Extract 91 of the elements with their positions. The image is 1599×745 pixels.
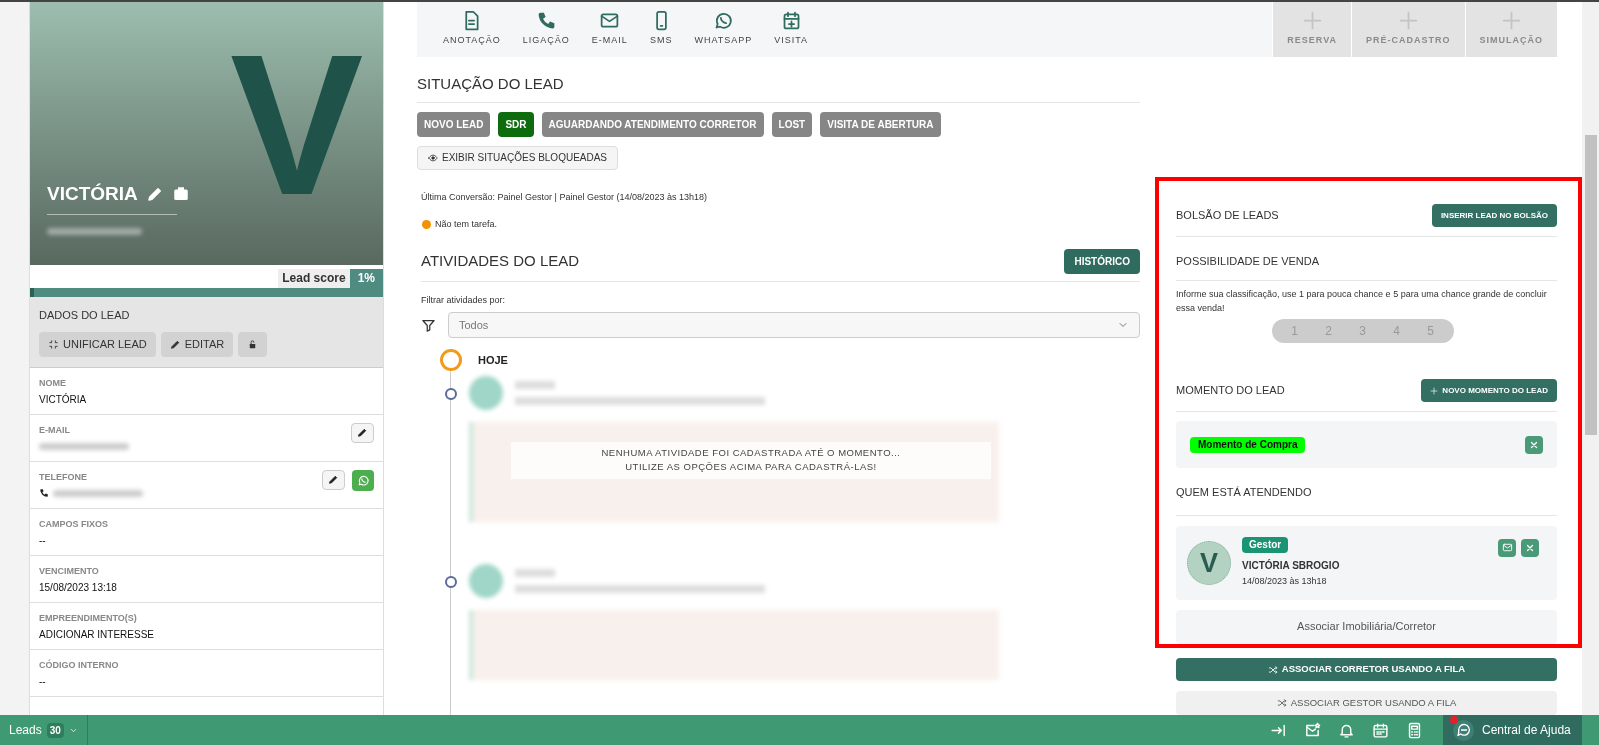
- pencil-icon[interactable]: [145, 185, 164, 204]
- pencil-icon: [169, 338, 181, 350]
- rating-description: Informe sua classificação, use 1 para pouca chance e 5 para uma chance grande de concluir essa venda!: [1176, 287, 1548, 315]
- plus-icon: [1500, 9, 1522, 31]
- section-title: POSSIBILIDADE DE VENDA: [1176, 254, 1320, 269]
- close-icon: [1529, 439, 1539, 450]
- activity-action-button[interactable]: SMS: [639, 0, 683, 57]
- field-value: --: [39, 674, 46, 689]
- history-button[interactable]: HISTÓRICO: [1064, 248, 1140, 274]
- plus-icon: [1430, 386, 1439, 395]
- timeline-marker: [445, 388, 457, 400]
- remove-button[interactable]: [1521, 538, 1539, 557]
- edit-button[interactable]: [322, 469, 345, 490]
- section-title: SITUAÇÃO DO LEAD: [417, 73, 1140, 103]
- field-label: NOME: [39, 376, 66, 389]
- field-label: TELEFONE: [39, 470, 87, 483]
- section-title: ATIVIDADES DO LEAD: [421, 250, 580, 271]
- queue-button[interactable]: ASSOCIAR GESTOR USANDO A FILA: [1176, 691, 1557, 715]
- lead-score-value: 1%: [349, 269, 383, 288]
- field-value: --: [39, 533, 46, 548]
- edit-button[interactable]: [351, 422, 374, 443]
- close-icon: [1525, 542, 1535, 553]
- today-label: HOJE: [478, 352, 508, 368]
- associate-broker-button[interactable]: Associar Imobiliária/Corretor: [1176, 609, 1557, 644]
- pencil-icon: [357, 427, 368, 438]
- field-value: 15/08/2023 13:18: [39, 580, 117, 595]
- status-button[interactable]: SDR: [498, 111, 534, 137]
- field-value: VICTÓRIA: [39, 392, 87, 407]
- help-center-button[interactable]: Central de Ajuda: [1443, 715, 1582, 745]
- task-status-text: Não tem tarefa.: [435, 218, 498, 231]
- avatar-initial: V: [230, 25, 364, 225]
- avatar: V: [1187, 540, 1231, 585]
- status-button[interactable]: AGUARDANDO ATENDIMENTO CORRETOR: [541, 111, 764, 137]
- field-value: ADICIONAR INTERESSE: [39, 627, 155, 642]
- section-title: BOLSÃO DE LEADS: [1176, 208, 1279, 224]
- role-badge: Gestor: [1242, 537, 1289, 554]
- activity-action-button[interactable]: WHATSAPP: [684, 0, 763, 57]
- section-title: MOMENTO DO LEAD: [1176, 383, 1285, 399]
- phone-icon: [39, 488, 49, 498]
- plus-icon: [1301, 9, 1323, 31]
- chat-icon: [1455, 722, 1472, 738]
- status-button[interactable]: NOVO LEAD: [417, 111, 491, 137]
- filter-label: Filtrar atividades por:: [421, 293, 507, 307]
- field-label: VENCIMENTO: [39, 564, 99, 577]
- field-label: E-MAIL: [39, 423, 70, 436]
- status-button[interactable]: LOST: [771, 111, 813, 137]
- last-conversion-text: Última Conversão: Painel Gestor | Painel Gestor (14/08/2023 às 13h18): [421, 190, 708, 204]
- filter-select[interactable]: Todos: [448, 312, 1140, 338]
- eye-icon: [428, 152, 438, 163]
- field-label: CÓDIGO INTERNO: [39, 658, 119, 671]
- empty-message: NENHUMA ATIVIDADE FOI CADASTRADA ATÉ O MOMENTO...: [601, 446, 901, 460]
- section-title: QUEM ESTÁ ATENDENDO: [1176, 485, 1312, 501]
- pencil-icon: [328, 474, 339, 485]
- status-button[interactable]: VISITA DE ABERTURA: [820, 111, 941, 137]
- edit-button[interactable]: EDITAR: [160, 331, 234, 357]
- merge-icon: [48, 338, 59, 350]
- leads-counter[interactable]: Leads 30: [0, 715, 88, 745]
- calendar-icon[interactable]: [1372, 721, 1389, 739]
- attendant-date: 14/08/2023 às 13h18: [1242, 575, 1328, 589]
- email-button[interactable]: [1498, 538, 1516, 557]
- merge-button[interactable]: UNIFICAR LEAD: [39, 331, 156, 357]
- attendant-name: VICTÓRIA SBROGIO: [1242, 558, 1340, 574]
- activity-action-button[interactable]: VISITA: [764, 0, 819, 57]
- envelope-icon: [1501, 542, 1513, 554]
- mail-star-icon[interactable]: [1304, 721, 1321, 739]
- activity-action-button[interactable]: LIGAÇÃO: [512, 0, 580, 57]
- timeline-marker: [440, 349, 462, 371]
- section-title: DADOS DO LEAD: [39, 308, 131, 323]
- shuffle-icon: [1276, 698, 1287, 709]
- field-label: EMPREENDIMENTO(S): [39, 611, 137, 624]
- lead-name: VICTÓRIA: [47, 182, 138, 206]
- calculator-icon[interactable]: [1406, 721, 1423, 739]
- whatsapp-icon: [356, 473, 370, 487]
- queue-button[interactable]: ASSOCIAR CORRETOR USANDO A FILA: [1176, 657, 1557, 682]
- field-label: CAMPOS FIXOS: [39, 517, 108, 530]
- activity-action-button[interactable]: ANOTAÇÃO: [433, 0, 511, 57]
- plus-icon: [1397, 9, 1419, 31]
- new-moment-button[interactable]: NOVO MOMENTO DO LEAD: [1421, 379, 1557, 403]
- whatsapp-button[interactable]: [352, 469, 374, 491]
- filter-icon: [421, 317, 436, 333]
- show-blocked-button[interactable]: EXIBIR SITUAÇÕES BLOQUEADAS: [417, 145, 619, 170]
- scrollbar[interactable]: [1582, 0, 1599, 715]
- shuffle-icon: [1267, 664, 1278, 675]
- moment-tag: Momento de Compra: [1190, 436, 1306, 453]
- remove-button[interactable]: [1525, 435, 1543, 454]
- timeline-marker: [445, 576, 457, 588]
- activity-action-button[interactable]: E-MAIL: [581, 0, 638, 57]
- empty-message: UTILIZE AS OPÇÕES ACIMA PARA CADASTRÁ-LAS!: [625, 460, 877, 475]
- lock-button[interactable]: [238, 331, 268, 357]
- insert-lead-button[interactable]: INSERIR LEAD NO BOLSÃO: [1431, 204, 1557, 227]
- lead-score-label: Lead score: [278, 269, 350, 288]
